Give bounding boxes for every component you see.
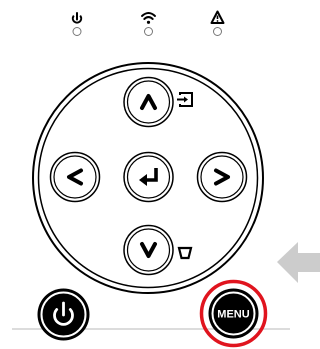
warning-led <box>213 27 222 36</box>
down-button[interactable] <box>123 224 174 276</box>
control-panel: MENU <box>0 0 320 349</box>
arrow-left-icon <box>277 242 320 283</box>
right-button[interactable] <box>196 151 248 203</box>
power-indicator <box>71 12 83 36</box>
power-icon <box>71 12 83 24</box>
menu-button[interactable]: MENU <box>199 279 268 348</box>
left-button[interactable] <box>49 151 101 203</box>
control-panel-diagram: MENU <box>12 10 320 348</box>
wifi-icon <box>141 12 156 24</box>
enter-button[interactable] <box>123 151 174 203</box>
up-button[interactable] <box>123 76 174 128</box>
menu-label: MENU <box>217 309 249 321</box>
wifi-indicator <box>141 12 156 36</box>
power-led <box>72 27 82 36</box>
warning-icon <box>210 10 225 24</box>
warning-indicator <box>210 10 225 36</box>
wifi-led <box>144 27 153 36</box>
power-button[interactable] <box>37 288 90 341</box>
